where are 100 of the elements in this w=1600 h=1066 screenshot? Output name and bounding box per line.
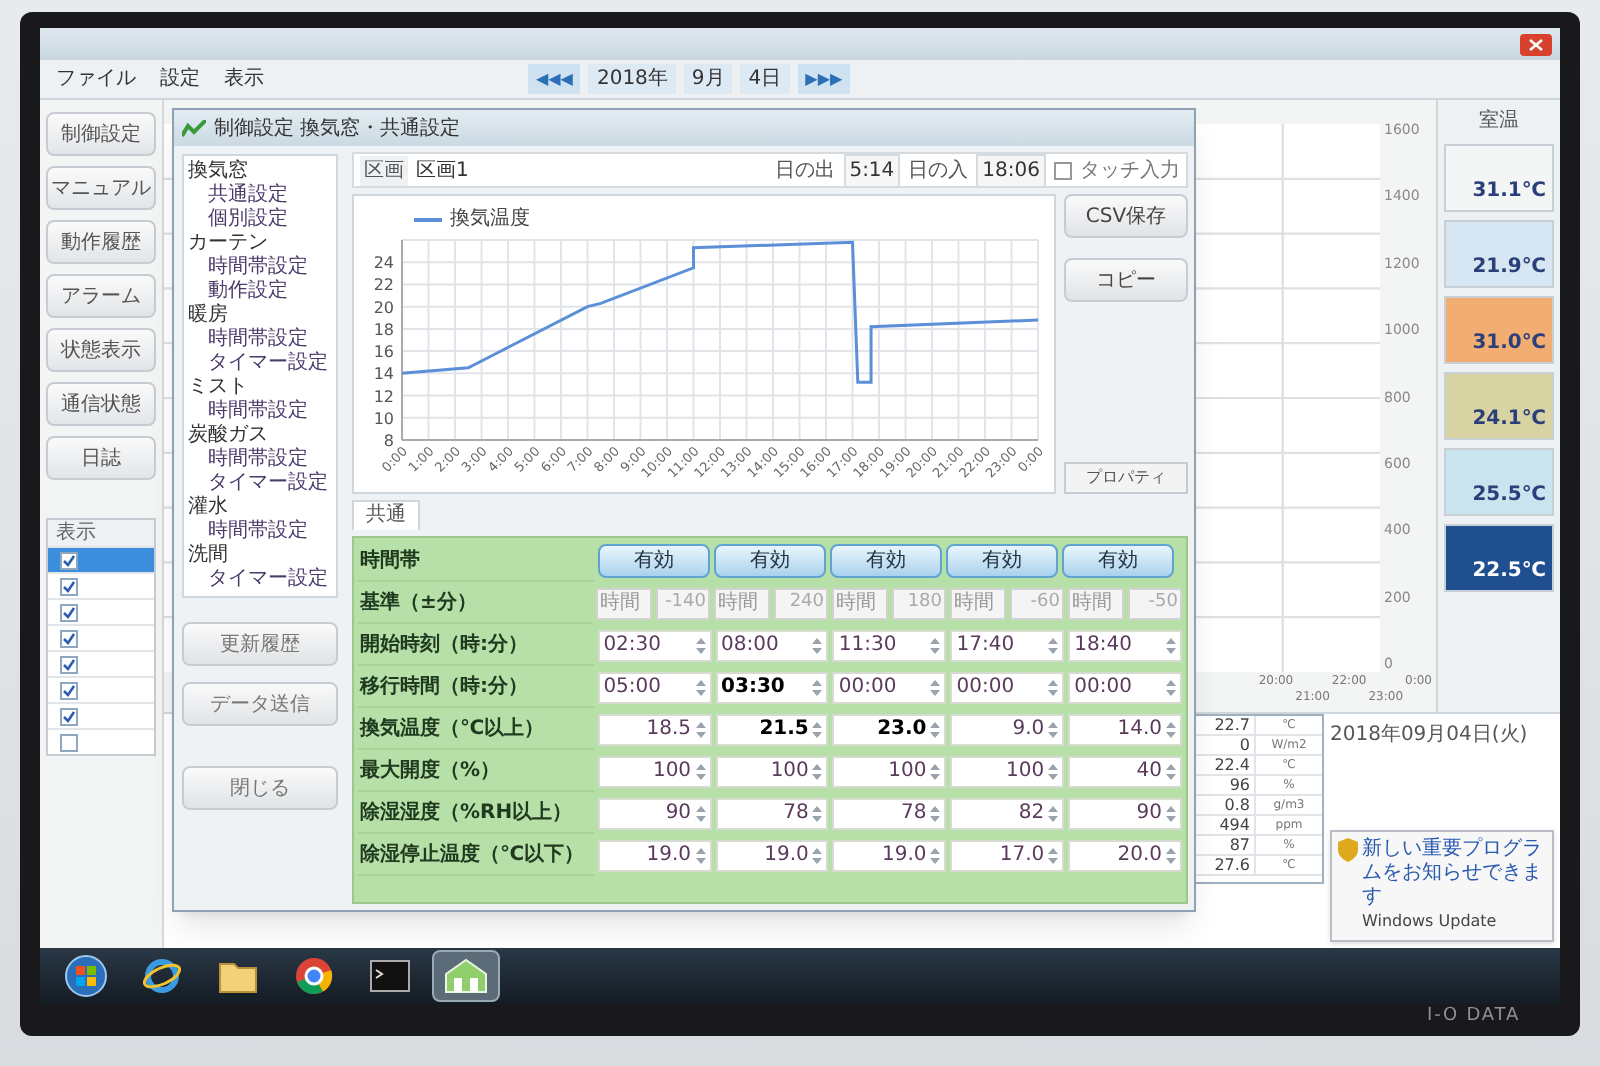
number-field[interactable]: 100 bbox=[715, 755, 829, 787]
spinner-arrows-icon[interactable] bbox=[930, 761, 941, 781]
time-field[interactable]: 02:30 bbox=[597, 629, 712, 661]
tree-item[interactable]: 時間帯設定 bbox=[208, 328, 332, 352]
time-field[interactable]: 00:00 bbox=[950, 671, 1065, 703]
spinner-arrows-icon[interactable] bbox=[1048, 761, 1059, 781]
number-field[interactable]: 14.0 bbox=[1068, 713, 1182, 745]
spinner-arrows-icon[interactable] bbox=[930, 803, 941, 823]
time-field[interactable]: 17:40 bbox=[950, 629, 1065, 661]
menu-item[interactable]: ファイル bbox=[56, 64, 136, 94]
spinner-arrows-icon[interactable] bbox=[695, 761, 706, 781]
number-field[interactable]: 78 bbox=[832, 797, 947, 829]
tree-item[interactable]: 時間帯設定 bbox=[208, 520, 332, 544]
enable-button[interactable]: 有効 bbox=[598, 544, 710, 578]
checkbox[interactable] bbox=[60, 707, 78, 725]
spinner-arrows-icon[interactable] bbox=[695, 719, 706, 739]
enable-button[interactable]: 有効 bbox=[1062, 544, 1174, 578]
tree-item[interactable]: 動作設定 bbox=[208, 280, 332, 304]
spinner-arrows-icon[interactable] bbox=[695, 677, 706, 697]
action-button[interactable]: CSV保存 bbox=[1064, 194, 1188, 238]
spinner-arrows-icon[interactable] bbox=[1048, 677, 1059, 697]
number-field[interactable]: 20.0 bbox=[1068, 839, 1182, 871]
spinner-arrows-icon[interactable] bbox=[1048, 803, 1059, 823]
spinner-arrows-icon[interactable] bbox=[812, 845, 823, 865]
spinner-arrows-icon[interactable] bbox=[1048, 635, 1059, 655]
previous-button[interactable]: ◀◀◀ bbox=[528, 64, 581, 94]
tree-item[interactable]: 時間帯設定 bbox=[208, 256, 332, 280]
spinner-arrows-icon[interactable] bbox=[812, 677, 823, 697]
tree-item[interactable]: タイマー設定 bbox=[208, 568, 332, 592]
number-field[interactable]: 19.0 bbox=[597, 839, 712, 871]
touch-input-checkbox[interactable] bbox=[1054, 161, 1072, 179]
spinner-arrows-icon[interactable] bbox=[1048, 719, 1059, 739]
properties-button[interactable]: プロパティ bbox=[1064, 462, 1188, 494]
spinner-arrows-icon[interactable] bbox=[930, 635, 941, 655]
time-field[interactable]: 18:40 bbox=[1068, 629, 1182, 661]
number-field[interactable]: 90 bbox=[1068, 797, 1182, 829]
spinner-arrows-icon[interactable] bbox=[695, 803, 706, 823]
number-field[interactable]: 100 bbox=[832, 755, 947, 787]
number-field[interactable]: 40 bbox=[1068, 755, 1182, 787]
enable-button[interactable]: 有効 bbox=[714, 544, 826, 578]
time-field[interactable]: 05:00 bbox=[597, 671, 712, 703]
spinner-arrows-icon[interactable] bbox=[1165, 635, 1176, 655]
checkbox[interactable] bbox=[60, 681, 78, 699]
enable-button[interactable]: 有効 bbox=[946, 544, 1058, 578]
spinner-arrows-icon[interactable] bbox=[812, 719, 823, 739]
number-field[interactable]: 17.0 bbox=[950, 839, 1065, 871]
tab[interactable]: 共通 bbox=[352, 500, 420, 530]
nav-button[interactable]: アラーム bbox=[46, 274, 156, 318]
checkbox[interactable] bbox=[60, 577, 78, 595]
next-button[interactable]: ▶▶▶ bbox=[797, 64, 851, 94]
spinner-arrows-icon[interactable] bbox=[695, 845, 706, 865]
spinner-arrows-icon[interactable] bbox=[1165, 803, 1176, 823]
number-field[interactable]: 19.0 bbox=[715, 839, 829, 871]
number-field[interactable]: 90 bbox=[597, 797, 712, 829]
nav-button[interactable]: マニュアル bbox=[46, 166, 156, 210]
side-button[interactable]: 閉じる bbox=[182, 766, 338, 810]
spinner-arrows-icon[interactable] bbox=[812, 635, 823, 655]
terminal-icon[interactable] bbox=[370, 960, 410, 992]
number-field[interactable]: 18.5 bbox=[597, 713, 712, 745]
greenhouse-app-icon[interactable] bbox=[444, 958, 488, 994]
checkbox[interactable] bbox=[60, 655, 78, 673]
day-field[interactable]: 4日 bbox=[740, 64, 790, 94]
spinner-arrows-icon[interactable] bbox=[1165, 677, 1176, 697]
tree-item[interactable]: ミスト bbox=[188, 376, 332, 400]
nav-button[interactable]: 動作履歴 bbox=[46, 220, 156, 264]
enable-button[interactable]: 有効 bbox=[830, 544, 942, 578]
chrome-icon[interactable] bbox=[294, 956, 334, 996]
number-field[interactable]: 82 bbox=[950, 797, 1065, 829]
checkbox[interactable] bbox=[60, 629, 78, 647]
nav-button[interactable]: 制御設定 bbox=[46, 112, 156, 156]
number-field[interactable]: 9.0 bbox=[950, 713, 1065, 745]
menu-item[interactable]: 設定 bbox=[160, 64, 200, 94]
tree-item[interactable]: 共通設定 bbox=[208, 184, 332, 208]
number-field[interactable]: 21.5 bbox=[715, 713, 829, 745]
spinner-arrows-icon[interactable] bbox=[1165, 845, 1176, 865]
tree-item[interactable]: 暖房 bbox=[188, 304, 332, 328]
menu-item[interactable]: 表示 bbox=[224, 64, 264, 94]
nav-button[interactable]: 通信状態 bbox=[46, 382, 156, 426]
spinner-arrows-icon[interactable] bbox=[1048, 845, 1059, 865]
tree-item[interactable]: カーテン bbox=[188, 232, 332, 256]
browser-icon[interactable] bbox=[142, 956, 182, 996]
number-field[interactable]: 100 bbox=[597, 755, 712, 787]
tree-item[interactable]: 換気窓 bbox=[188, 160, 332, 184]
number-field[interactable]: 23.0 bbox=[832, 713, 947, 745]
spinner-arrows-icon[interactable] bbox=[930, 845, 941, 865]
side-button[interactable]: 更新履歴 bbox=[182, 622, 338, 666]
number-field[interactable]: 78 bbox=[715, 797, 829, 829]
tree-item[interactable]: タイマー設定 bbox=[208, 472, 332, 496]
time-field[interactable]: 00:00 bbox=[832, 671, 947, 703]
checkbox[interactable] bbox=[60, 733, 78, 751]
tree-item[interactable]: 個別設定 bbox=[208, 208, 332, 232]
checkbox[interactable] bbox=[60, 603, 78, 621]
folder-icon[interactable] bbox=[218, 958, 258, 994]
time-field[interactable]: 00:00 bbox=[1068, 671, 1182, 703]
time-field[interactable]: 03:30 bbox=[715, 671, 829, 703]
spinner-arrows-icon[interactable] bbox=[812, 803, 823, 823]
spinner-arrows-icon[interactable] bbox=[930, 719, 941, 739]
spinner-arrows-icon[interactable] bbox=[930, 677, 941, 697]
number-field[interactable]: 19.0 bbox=[832, 839, 947, 871]
tree-item[interactable]: 時間帯設定 bbox=[208, 400, 332, 424]
